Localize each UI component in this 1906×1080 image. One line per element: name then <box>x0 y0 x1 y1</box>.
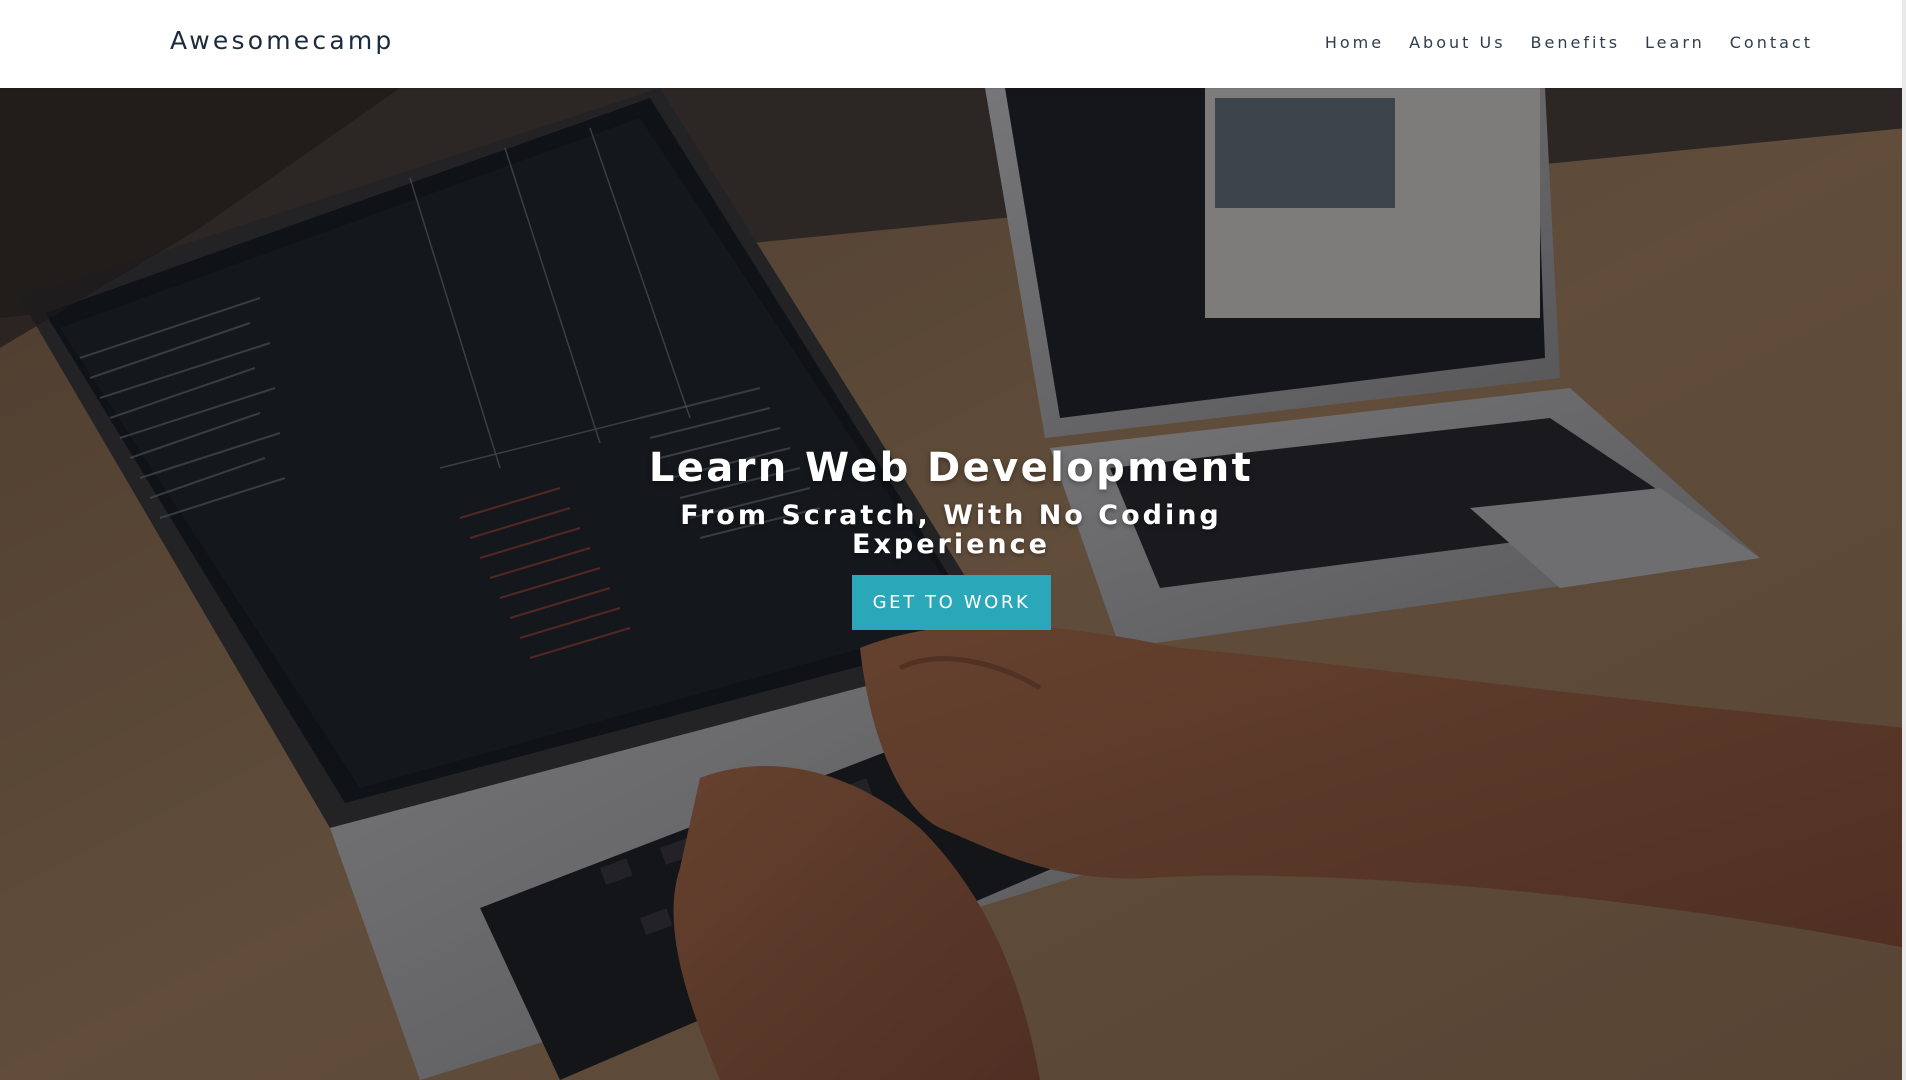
nav-link-benefits[interactable]: Benefits <box>1531 33 1621 52</box>
hero-section: Learn Web Development From Scratch, With… <box>0 88 1906 1080</box>
nav-item-contact: Contact <box>1730 33 1813 53</box>
nav-link-contact[interactable]: Contact <box>1730 33 1813 52</box>
nav-link-about-us[interactable]: About Us <box>1409 33 1505 52</box>
nav-item-benefits: Benefits <box>1531 33 1621 53</box>
navbar: Awesomecamp Home About Us Benefits Learn… <box>0 0 1906 88</box>
hero-subtitle: From Scratch, With No Coding Experience <box>680 500 1222 560</box>
nav-item-learn: Learn <box>1645 33 1705 53</box>
page-scrollbar[interactable] <box>1902 0 1906 1080</box>
nav-link-learn[interactable]: Learn <box>1645 33 1705 52</box>
nav-item-about-us: About Us <box>1409 33 1505 53</box>
brand-logo-link[interactable]: Awesomecamp <box>170 26 394 55</box>
nav-menu: Home About Us Benefits Learn Contact <box>1300 33 1813 53</box>
hero-content: Learn Web Development From Scratch, With… <box>0 88 1906 1080</box>
nav-link-home[interactable]: Home <box>1325 33 1384 52</box>
get-to-work-button[interactable]: GET TO WORK <box>852 575 1051 630</box>
landing-page: Awesomecamp Home About Us Benefits Learn… <box>0 0 1906 1080</box>
nav-item-home: Home <box>1325 33 1384 53</box>
hero-title: Learn Web Development <box>648 445 1254 491</box>
